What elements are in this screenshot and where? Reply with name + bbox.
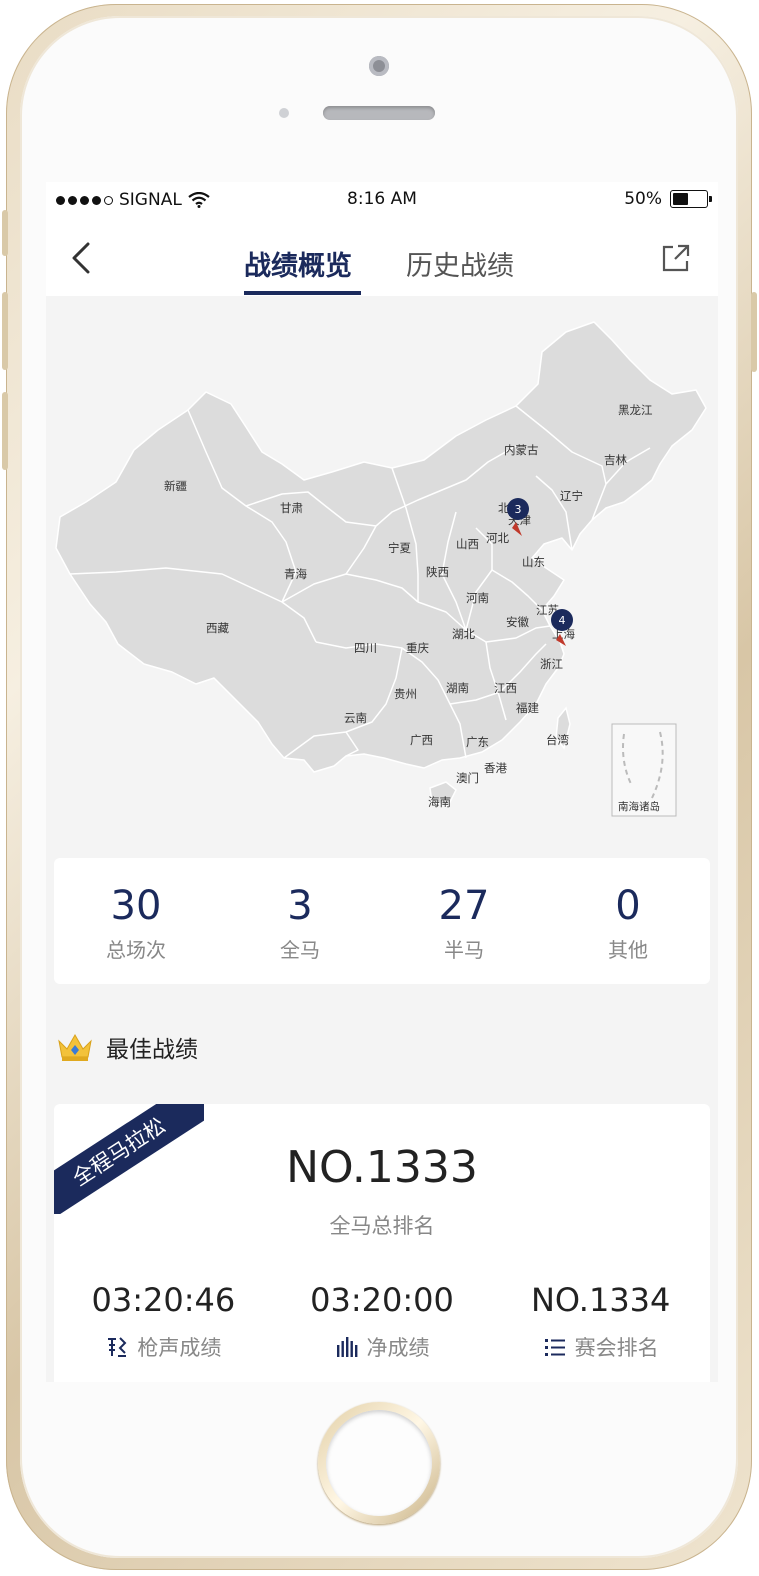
label-hebei: 河北 <box>486 531 509 545</box>
metric-gun-time: 03:20:46 枪声成绩 <box>54 1280 273 1362</box>
label-shaanxi: 陕西 <box>426 565 449 579</box>
list-icon <box>544 1339 565 1356</box>
label-shandong: 山东 <box>522 555 545 569</box>
app-screen: SIGNAL 8:16 AM 50% 战绩概览 历史战绩 黑龙江 吉林 辽宁 内… <box>46 182 718 1382</box>
metrics-row: 03:20:46 枪声成绩 03:20:00 净成绩 NO.1334 赛会排名 <box>54 1280 710 1362</box>
label-xianggang: 香港 <box>484 761 507 775</box>
label-taiwan: 台湾 <box>546 733 569 747</box>
earpiece-speaker <box>323 106 435 120</box>
battery-icon <box>670 190 712 208</box>
best-record-heading: 最佳战绩 <box>56 1030 198 1064</box>
label-hunan: 湖南 <box>446 681 469 695</box>
metric-label: 净成绩 <box>366 1336 430 1360</box>
crown-icon <box>58 1033 92 1061</box>
metric-label: 赛会排名 <box>574 1336 659 1360</box>
map-land <box>55 321 707 773</box>
overall-rank-label: 全马总排名 <box>329 1214 435 1238</box>
stat-label: 半马 <box>444 938 484 962</box>
stat-half-marathon[interactable]: 27 半马 <box>382 858 546 984</box>
volume-up-button <box>2 292 8 370</box>
label-nanhai: 南海诸岛 <box>618 800 660 813</box>
battery-percent: 50% <box>624 189 662 209</box>
metric-value: NO.1334 <box>530 1281 671 1319</box>
label-neimenggu: 内蒙古 <box>504 443 539 457</box>
battery-area: 50% <box>624 189 712 209</box>
status-time: 8:16 AM <box>347 189 417 209</box>
stat-other[interactable]: 0 其他 <box>546 858 710 984</box>
label-aomen: 澳门 <box>456 771 479 785</box>
status-bar: SIGNAL 8:16 AM 50% <box>46 182 718 218</box>
label-jilin: 吉林 <box>604 453 627 467</box>
tab-history[interactable]: 历史战绩 <box>406 244 514 283</box>
share-icon[interactable] <box>660 242 692 274</box>
active-tab-indicator <box>244 291 361 295</box>
stat-label: 总场次 <box>106 938 166 962</box>
nav-bar: 战绩概览 历史战绩 <box>46 218 718 296</box>
metric-caption: 枪声成绩 <box>54 1332 273 1362</box>
label-xizang: 西藏 <box>206 621 229 635</box>
tab-overview[interactable]: 战绩概览 <box>244 244 352 283</box>
proximity-sensor <box>279 108 289 118</box>
metric-race-rank: NO.1334 赛会排名 <box>491 1280 710 1362</box>
label-xinjiang: 新疆 <box>164 479 187 493</box>
metric-caption: 净成绩 <box>273 1332 492 1362</box>
label-hubei: 湖北 <box>452 627 475 641</box>
label-chongqing: 重庆 <box>406 641 429 655</box>
metric-caption: 赛会排名 <box>491 1332 710 1362</box>
overall-rank: NO.1333 <box>286 1142 478 1193</box>
china-map: 黑龙江 吉林 辽宁 内蒙古 新疆 甘肃 宁夏 北京 天津 山西 河北 山东 青海… <box>55 321 707 817</box>
label-fujian: 福建 <box>516 701 539 715</box>
stat-value: 0 <box>615 883 641 929</box>
label-yunnan: 云南 <box>344 711 367 725</box>
stat-label: 其他 <box>608 938 648 962</box>
metric-value: 03:20:46 <box>91 1281 236 1319</box>
label-henan: 河南 <box>466 591 489 605</box>
marker-count: 4 <box>559 614 566 627</box>
label-anhui: 安徽 <box>506 615 529 629</box>
label-guizhou: 贵州 <box>394 687 417 701</box>
label-guangdong: 广东 <box>466 735 489 749</box>
label-qinghai: 青海 <box>284 567 307 581</box>
volume-down-button <box>2 392 8 470</box>
label-gansu: 甘肃 <box>280 501 303 515</box>
stat-value: 27 <box>438 883 490 929</box>
best-record-card[interactable]: 全程马拉松 NO.1333 全马总排名 03:20:46 枪声成绩 03:20:… <box>54 1104 710 1382</box>
mute-switch <box>2 210 8 256</box>
front-camera <box>369 56 389 76</box>
marker-count: 3 <box>515 503 522 516</box>
label-guangxi: 广西 <box>410 733 433 747</box>
bars-icon <box>336 1337 357 1357</box>
back-arrow-icon[interactable] <box>68 240 100 276</box>
label-jiangxi: 江西 <box>494 681 517 695</box>
stat-value: 3 <box>287 883 313 929</box>
gun-time-icon <box>108 1337 127 1357</box>
stat-label: 全马 <box>280 938 320 962</box>
power-button <box>751 292 757 372</box>
label-shanxi: 山西 <box>456 537 479 551</box>
home-button[interactable] <box>318 1402 440 1524</box>
stat-full-marathon[interactable]: 3 全马 <box>218 858 382 984</box>
label-sichuan: 四川 <box>354 641 377 655</box>
metric-label: 枪声成绩 <box>137 1336 222 1360</box>
label-zhejiang: 浙江 <box>540 657 563 671</box>
metric-net-time: 03:20:00 净成绩 <box>273 1280 492 1362</box>
stat-value: 30 <box>110 883 162 929</box>
label-heilongjiang: 黑龙江 <box>618 403 653 417</box>
best-record-title: 最佳战绩 <box>106 1037 198 1063</box>
label-liaoning: 辽宁 <box>560 489 583 503</box>
stat-total[interactable]: 30 总场次 <box>54 858 218 984</box>
label-ningxia: 宁夏 <box>388 541 411 555</box>
metric-value: 03:20:00 <box>310 1281 454 1319</box>
stats-card: 30 总场次 3 全马 27 半马 0 其他 <box>54 858 710 984</box>
label-hainan: 海南 <box>428 795 451 809</box>
